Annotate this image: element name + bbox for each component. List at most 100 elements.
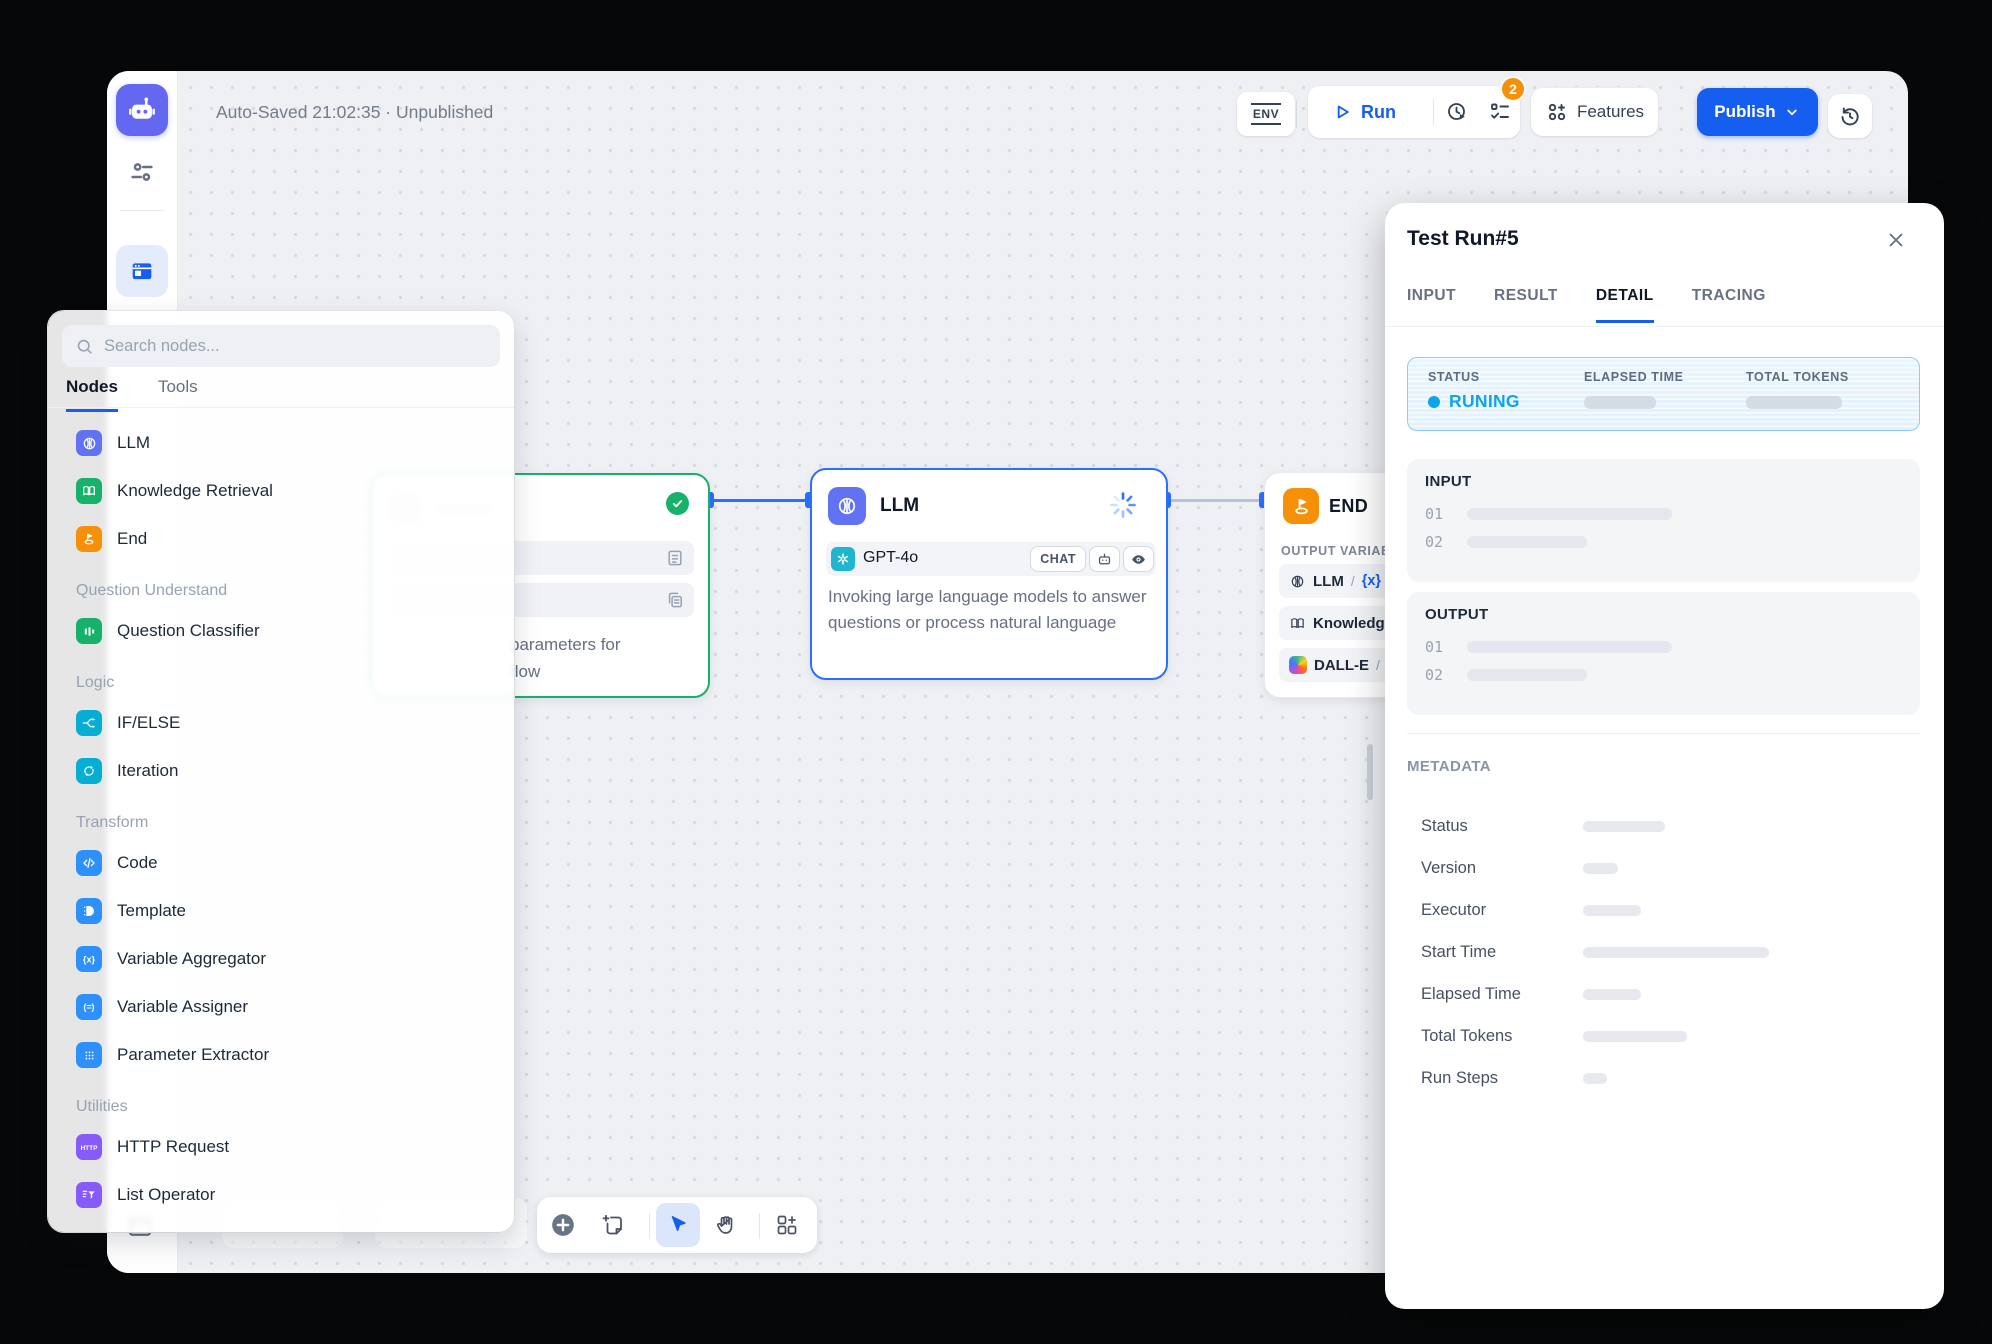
node-item-question-classifier[interactable]: Question Classifier	[62, 607, 500, 655]
metadata-row: Total Tokens	[1407, 1015, 1920, 1057]
end-node-title: END	[1329, 496, 1368, 517]
autosave-status: Auto-Saved 21:02:35 · Unpublished	[216, 102, 493, 123]
add-node-button[interactable]	[550, 1212, 576, 1238]
robot-logo-icon	[125, 93, 159, 127]
grid-add-icon	[775, 1213, 799, 1237]
note-add-icon	[601, 1213, 625, 1237]
publish-button[interactable]: Publish	[1697, 88, 1818, 136]
node-item-label: List Operator	[117, 1185, 215, 1205]
checklist-button[interactable]	[1480, 100, 1520, 124]
value-skeleton	[1467, 508, 1672, 520]
start-node-description: parameters for flow	[510, 631, 621, 685]
code-icon	[76, 850, 102, 876]
node-item-end[interactable]: End	[62, 515, 500, 563]
value-skeleton	[1583, 821, 1665, 832]
run-button[interactable]: Run	[1308, 102, 1433, 123]
parameter-extractor-icon	[76, 1042, 102, 1068]
eye-icon	[1130, 551, 1147, 568]
end-icon	[76, 526, 102, 552]
panel-resize-handle[interactable]	[1367, 744, 1373, 800]
node-item-llm[interactable]: LLM	[62, 419, 500, 467]
tab-tracing[interactable]: TRACING	[1692, 287, 1766, 323]
model-selector-row[interactable]: GPT-4o CHAT	[826, 542, 1156, 576]
list-operator-icon	[76, 1182, 102, 1208]
total-tokens-skeleton	[1746, 396, 1842, 409]
node-item-label: LLM	[117, 433, 150, 453]
status-card: STATUS RUNING ELAPSED TIME TOTAL TOKENS	[1407, 357, 1920, 431]
svg-text:(=): (=)	[84, 1002, 95, 1012]
hand-icon	[714, 1213, 738, 1237]
running-spinner-icon	[1108, 490, 1138, 520]
tab-detail[interactable]: DETAIL	[1596, 287, 1654, 323]
toolbar-divider	[759, 1213, 760, 1239]
window-icon	[128, 257, 156, 285]
http-request-icon: HTTP	[76, 1134, 102, 1160]
status-value: RUNING	[1428, 391, 1520, 412]
tab-input[interactable]: INPUT	[1407, 287, 1456, 323]
vision-badge[interactable]	[1123, 546, 1154, 572]
metadata-row: Elapsed Time	[1407, 973, 1920, 1015]
input-title: INPUT	[1425, 473, 1472, 490]
env-button[interactable]: ENV	[1237, 92, 1295, 136]
checklist-icon	[1488, 100, 1512, 124]
canvas-toolbar	[537, 1197, 817, 1253]
agent-badge[interactable]	[1089, 546, 1120, 572]
metadata-row: Run Steps	[1407, 1057, 1920, 1099]
input-card: INPUT 01 02	[1407, 459, 1920, 582]
run-history-button[interactable]	[1434, 100, 1480, 124]
node-item-label: End	[117, 529, 147, 549]
tabs-divider	[48, 407, 514, 408]
node-item-iteration[interactable]: Iteration	[62, 747, 500, 795]
metadata-row: Executor	[1407, 889, 1920, 931]
play-icon	[1332, 102, 1352, 122]
if-else-icon	[76, 710, 102, 736]
input-row: 02	[1425, 533, 1587, 551]
section-header: Utilities	[62, 1079, 500, 1123]
env-icon: ENV	[1251, 103, 1281, 125]
node-item-list-operator[interactable]: List Operator	[62, 1171, 500, 1219]
node-item-code[interactable]: Code	[62, 839, 500, 887]
value-skeleton	[1583, 947, 1769, 958]
node-item-parameter-extractor[interactable]: Parameter Extractor	[62, 1031, 500, 1079]
metadata-divider	[1407, 733, 1920, 734]
search-input[interactable]	[104, 337, 464, 356]
pointer-tool-button[interactable]	[656, 1203, 700, 1247]
add-note-button[interactable]	[601, 1213, 625, 1237]
clock-play-icon	[1445, 100, 1469, 124]
node-item-http-request[interactable]: HTTP HTTP Request	[62, 1123, 500, 1171]
hand-tool-button[interactable]	[714, 1213, 738, 1237]
node-item-label: IF/ELSE	[117, 713, 180, 733]
sidebar-divider	[120, 210, 164, 211]
node-item-if-else[interactable]: IF/ELSE	[62, 699, 500, 747]
node-panel-toggle[interactable]	[116, 245, 168, 297]
preferences-button[interactable]	[127, 157, 157, 187]
search-icon	[75, 337, 94, 356]
chevron-down-icon	[1783, 103, 1801, 121]
node-item-variable-assigner[interactable]: (=) Variable Assigner	[62, 983, 500, 1031]
features-button[interactable]: Features	[1531, 88, 1658, 136]
node-item-label: Template	[117, 901, 186, 921]
value-skeleton	[1583, 1073, 1607, 1084]
node-item-variable-aggregator[interactable]: {x} Variable Aggregator	[62, 935, 500, 983]
input-row: 01	[1425, 505, 1672, 523]
close-button[interactable]	[1885, 229, 1907, 251]
node-item-label: Question Classifier	[117, 621, 260, 641]
metadata-title: METADATA	[1407, 758, 1491, 775]
app-logo[interactable]	[116, 84, 168, 136]
version-history-button[interactable]	[1828, 94, 1872, 138]
cursor-icon	[667, 1214, 689, 1236]
node-search-panel: Nodes Tools LLM Knowledge Retrieval End …	[48, 311, 514, 1232]
node-item-knowledge-retrieval[interactable]: Knowledge Retrieval	[62, 467, 500, 515]
value-skeleton	[1583, 1031, 1687, 1042]
llm-node[interactable]: LLM GPT-4o CHAT	[810, 468, 1168, 680]
edge-llm-to-end	[1167, 499, 1264, 502]
node-item-label: Parameter Extractor	[117, 1045, 269, 1065]
tab-result[interactable]: RESULT	[1494, 287, 1558, 323]
search-box[interactable]	[62, 325, 500, 367]
close-icon	[1885, 229, 1907, 251]
node-item-template[interactable]: Template	[62, 887, 500, 935]
llm-mini-icon	[1289, 573, 1306, 590]
section-header: Question Understand	[62, 563, 500, 607]
organize-nodes-button[interactable]	[775, 1213, 799, 1237]
running-dot-icon	[1428, 396, 1440, 408]
